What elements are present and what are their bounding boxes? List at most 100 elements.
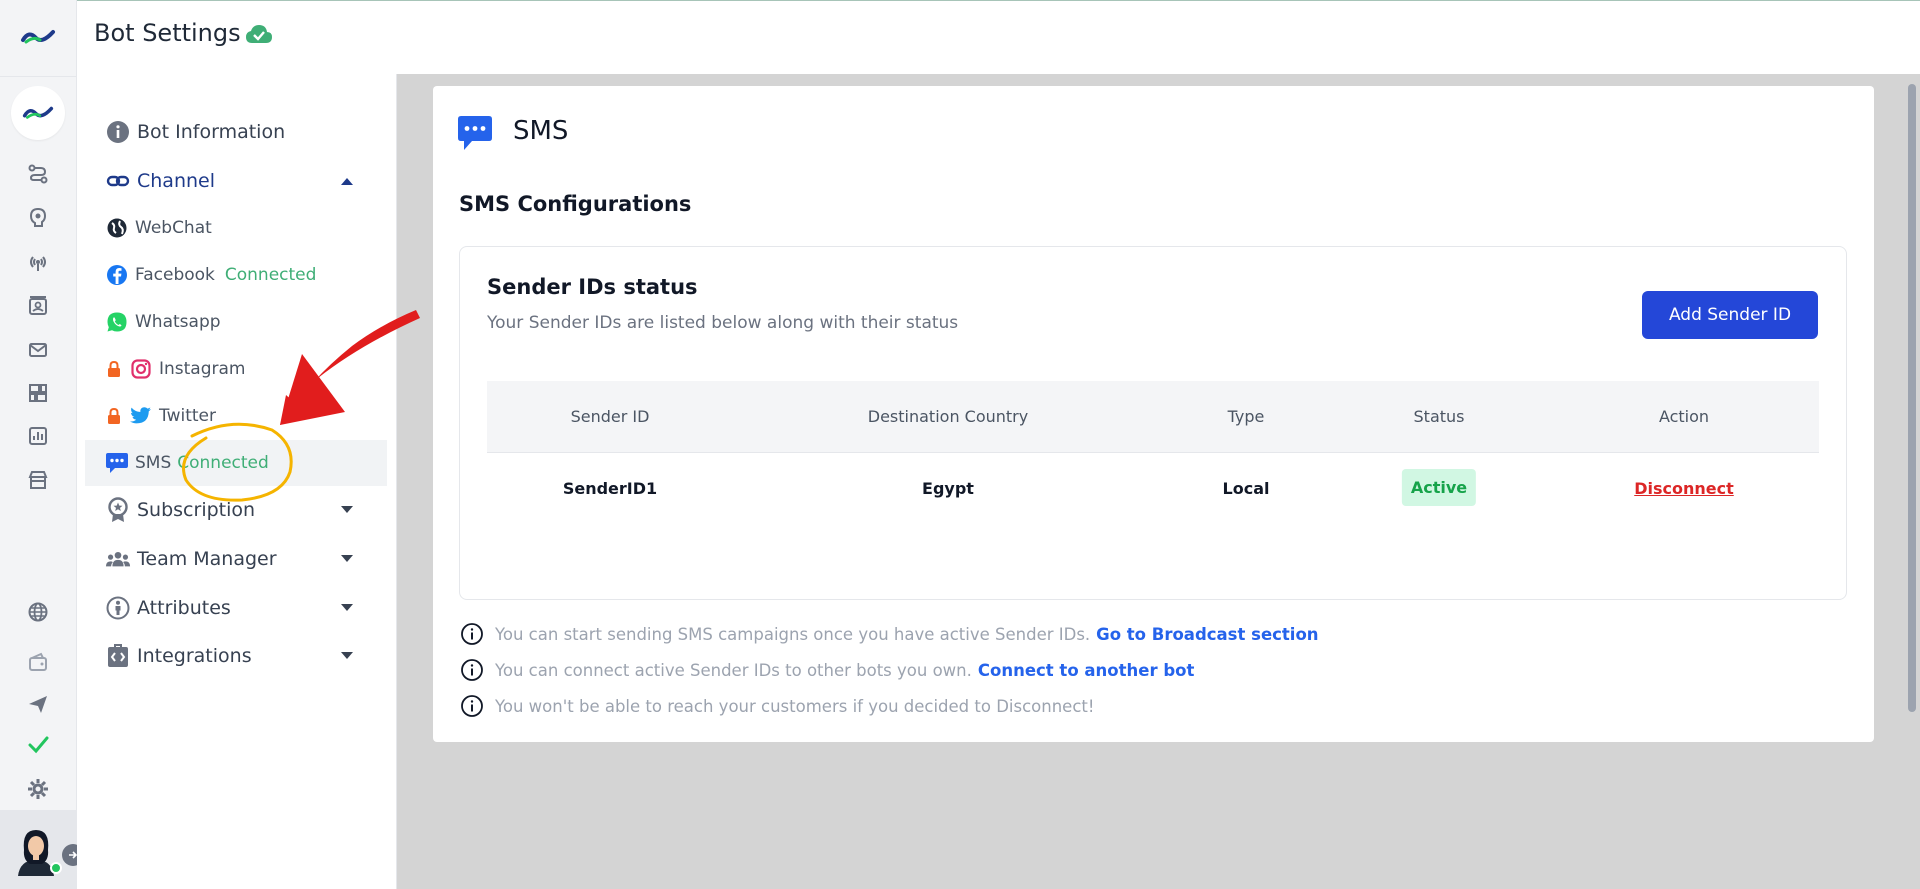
channel-label: Instagram (159, 359, 246, 379)
nav-bot-information[interactable]: Bot Information (105, 114, 285, 150)
check-icon[interactable] (24, 730, 52, 758)
nav-label: Team Manager (137, 548, 277, 570)
note-text: You can start sending SMS campaigns once… (495, 624, 1091, 644)
analytics-icon[interactable] (24, 422, 52, 450)
cloud-saved-icon (245, 23, 273, 51)
online-status-dot (50, 862, 62, 874)
note-text: You won't be able to reach your customer… (495, 696, 1095, 716)
sender-id-cell: SenderID1 (562, 479, 658, 498)
country-cell: Egypt (922, 479, 974, 498)
lock-icon (108, 407, 120, 424)
person-icon (105, 595, 131, 621)
type-cell: Local (1222, 479, 1270, 498)
info-icon (105, 119, 131, 145)
panel-subtitle: Your Sender IDs are listed below along w… (487, 313, 959, 333)
caret-down-icon[interactable] (339, 553, 355, 565)
sms-icon (457, 114, 493, 154)
info-note: You won't be able to reach your customer… (459, 692, 1094, 720)
card-title: SMS (513, 116, 569, 146)
info-circle-icon (459, 657, 485, 683)
column-header: Destination Country (867, 407, 1029, 426)
whatsapp-icon (105, 310, 129, 334)
note-text: You can connect active Sender IDs to oth… (495, 660, 972, 680)
globe-icon (105, 216, 129, 240)
send-icon[interactable] (24, 690, 52, 718)
settings-nav: Bot Information Channel WebChat Facebook… (77, 74, 397, 889)
channel-label: WebChat (135, 218, 212, 238)
link-icon (105, 168, 131, 194)
nav-team-manager[interactable]: Team Manager (105, 541, 277, 577)
channel-label: SMS (135, 453, 172, 473)
channel-webchat[interactable]: WebChat (105, 212, 212, 244)
channel-facebook[interactable]: Facebook Connected (105, 259, 316, 291)
sms-card: SMS SMS Configurations Sender IDs status… (433, 86, 1874, 742)
wallet-icon[interactable] (24, 648, 52, 676)
channel-label: Twitter (159, 406, 216, 426)
panel-title: Sender IDs status (487, 275, 698, 299)
nav-integrations[interactable]: Integrations (105, 638, 252, 674)
column-header: Action (1658, 407, 1710, 426)
instagram-icon (129, 357, 153, 381)
nav-label: Integrations (137, 645, 252, 667)
channel-sms[interactable]: SMS Connected (105, 447, 269, 479)
column-header: Type (1227, 407, 1265, 426)
vertical-scrollbar[interactable] (1908, 84, 1916, 712)
language-globe-icon[interactable] (24, 598, 52, 626)
dashboard-icon[interactable] (24, 379, 52, 407)
contacts-icon[interactable] (24, 292, 52, 320)
info-note: You can start sending SMS campaigns once… (459, 620, 1319, 648)
nav-label: Channel (137, 170, 216, 192)
flow-icon[interactable] (24, 160, 52, 188)
team-icon (105, 546, 131, 572)
top-header: Bot Settings (77, 0, 1920, 74)
caret-up-icon[interactable] (339, 175, 355, 187)
settings-gear-icon[interactable] (24, 775, 52, 803)
section-title: SMS Configurations (459, 192, 692, 216)
lock-icon (108, 360, 120, 377)
channel-whatsapp[interactable]: Whatsapp (105, 306, 221, 338)
caret-down-icon[interactable] (339, 650, 355, 662)
channel-twitter[interactable]: Twitter (105, 400, 216, 432)
mail-icon[interactable] (24, 336, 52, 364)
info-note: You can connect active Sender IDs to oth… (459, 656, 1194, 684)
icon-rail (0, 0, 84, 889)
broadcast-icon[interactable] (24, 248, 52, 276)
caret-down-icon[interactable] (339, 504, 355, 516)
brain-icon[interactable] (24, 203, 52, 231)
info-circle-icon (459, 621, 485, 647)
column-header: Sender ID (570, 407, 650, 426)
channel-instagram[interactable]: Instagram (105, 353, 246, 385)
table-header: Sender ID Destination Country Type Statu… (487, 381, 1819, 453)
twitter-icon (129, 404, 153, 428)
info-circle-icon (459, 693, 485, 719)
facebook-icon (105, 263, 129, 287)
bot-avatar-button[interactable] (11, 86, 65, 140)
disconnect-link[interactable]: Disconnect (1634, 479, 1734, 498)
award-icon (105, 497, 131, 523)
channel-label: Whatsapp (135, 312, 221, 332)
channel-label: Facebook (135, 265, 215, 285)
connect-bot-link[interactable]: Connect to another bot (978, 661, 1194, 680)
connected-status: Connected (177, 453, 269, 473)
nav-channel[interactable]: Channel (105, 163, 215, 199)
nav-attributes[interactable]: Attributes (105, 590, 231, 626)
broadcast-link[interactable]: Go to Broadcast section (1096, 625, 1318, 644)
app-logo[interactable] (16, 20, 60, 54)
nav-subscription[interactable]: Subscription (105, 492, 255, 528)
page-title: Bot Settings (94, 19, 241, 47)
connected-status: Connected (224, 265, 317, 285)
status-badge: Active (1401, 469, 1477, 506)
main-content: SMS SMS Configurations Sender IDs status… (397, 74, 1920, 889)
code-icon (105, 643, 131, 669)
add-sender-id-button[interactable]: Add Sender ID (1642, 291, 1818, 339)
nav-label: Bot Information (137, 121, 286, 143)
nav-label: Subscription (137, 499, 256, 521)
column-header: Status (1413, 407, 1465, 426)
nav-label: Attributes (137, 597, 231, 619)
table-row: SenderID1 Egypt Local Active Disconnect (487, 453, 1819, 525)
sms-icon (105, 451, 129, 475)
store-icon[interactable] (24, 466, 52, 494)
sender-ids-panel: Sender IDs status Your Sender IDs are li… (459, 246, 1847, 600)
rail-divider (0, 76, 77, 77)
caret-down-icon[interactable] (339, 602, 355, 614)
